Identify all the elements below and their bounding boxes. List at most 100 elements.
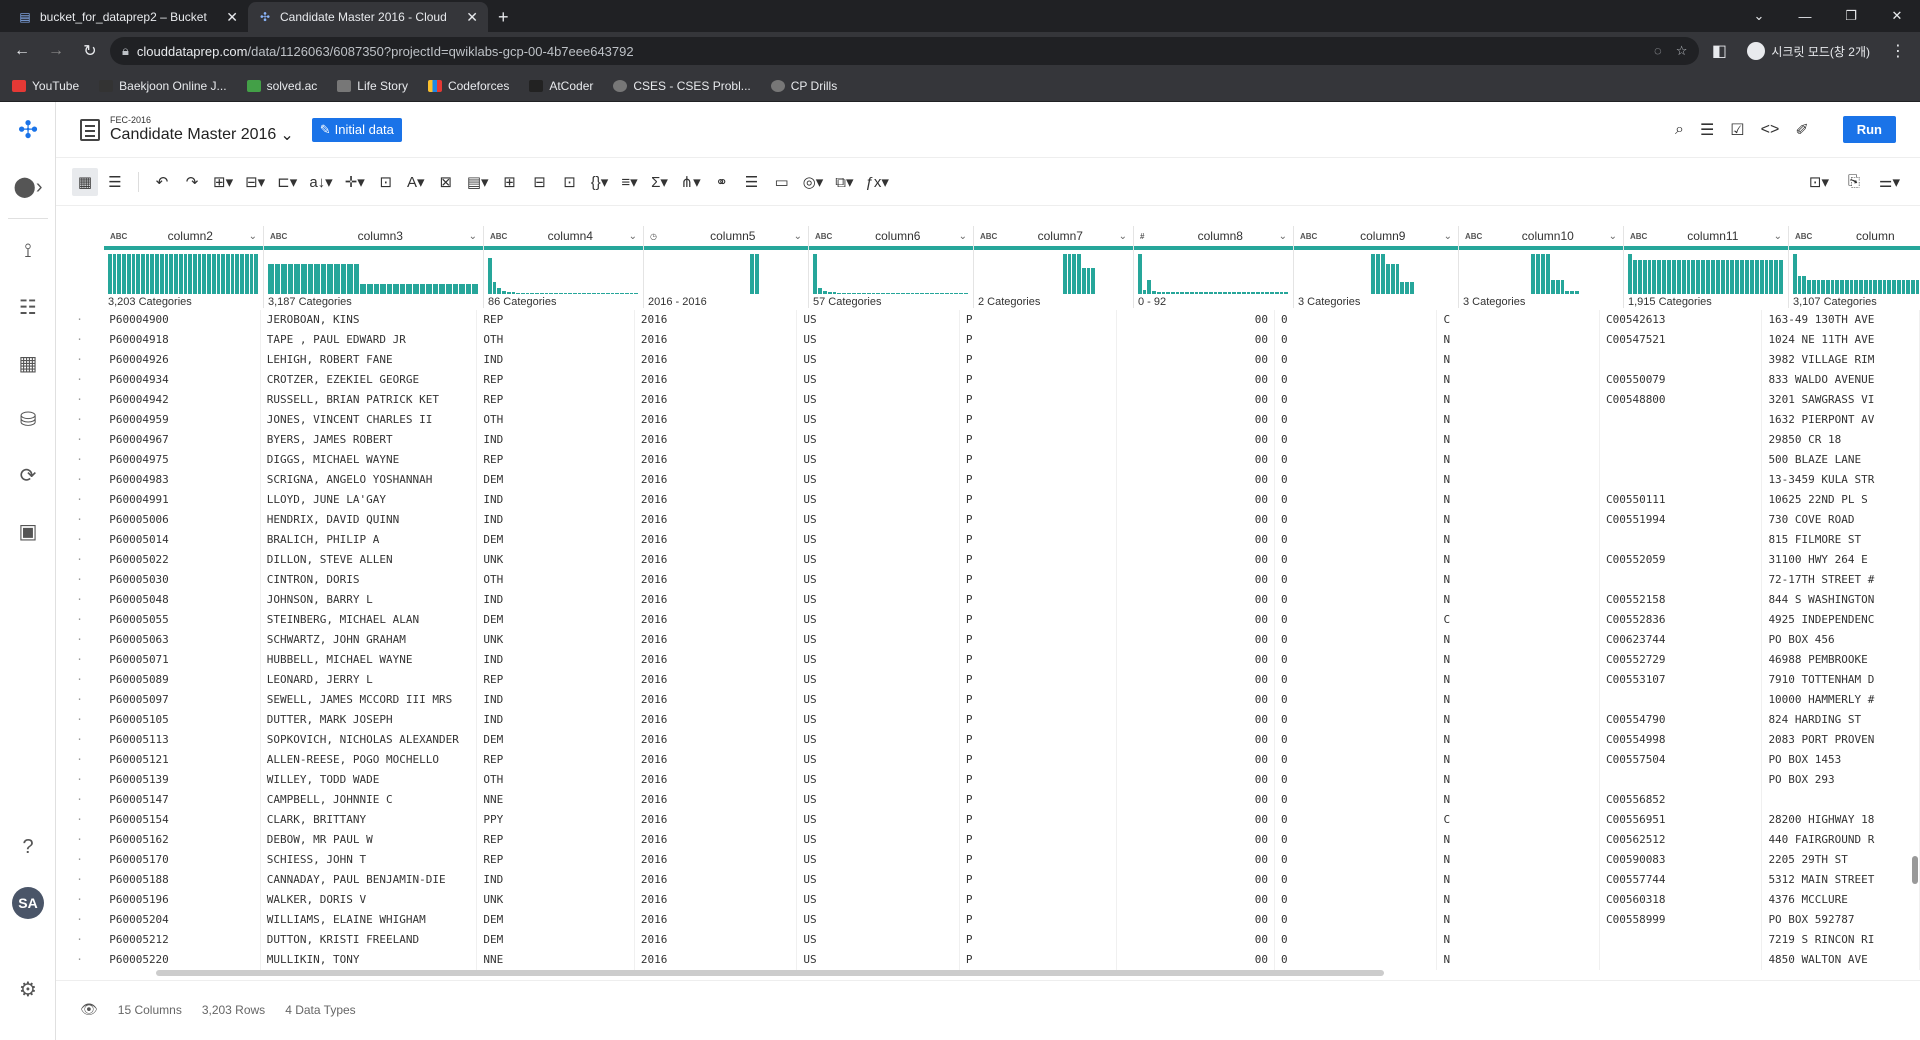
histogram-bar[interactable] (1628, 254, 1632, 294)
table-cell[interactable]: US (797, 410, 960, 430)
code-icon[interactable]: <> (1761, 121, 1780, 139)
avatar[interactable]: SA (0, 875, 56, 931)
histogram-bar[interactable] (1194, 292, 1199, 294)
table-cell[interactable]: REP (477, 850, 635, 870)
table-cell[interactable]: JOHNSON, BARRY L (261, 590, 478, 610)
histogram-bar[interactable] (174, 254, 178, 294)
column-histogram[interactable]: 0 - 92 (1134, 246, 1294, 308)
histogram-bar[interactable] (1859, 280, 1863, 294)
table-cell[interactable]: P (960, 650, 1118, 670)
histogram-bar[interactable] (452, 284, 459, 294)
pivot-icon[interactable]: ⊞ (497, 168, 523, 196)
histogram-bar[interactable] (1072, 254, 1077, 294)
table-cell[interactable]: OTH (477, 770, 635, 790)
table-cell[interactable]: 2016 (635, 870, 798, 890)
column-histogram[interactable]: 3 Categories (1459, 246, 1624, 308)
histogram-bar[interactable] (1830, 280, 1835, 294)
column-header[interactable]: # column8 ⌄ (1134, 226, 1294, 246)
table-cell[interactable]: 0 (1275, 370, 1438, 390)
data-quality-bar[interactable] (484, 246, 643, 250)
table-cell[interactable]: 0 (1275, 490, 1438, 510)
histogram-bar[interactable] (535, 293, 539, 294)
histogram-bar[interactable] (1385, 264, 1390, 294)
nested-icon[interactable]: {}▾ (587, 168, 613, 196)
table-cell[interactable]: 00 (1117, 310, 1275, 330)
histogram-bar[interactable] (1062, 254, 1067, 294)
initial-data-button[interactable]: ✎ Initial data (311, 117, 402, 142)
histogram-bar[interactable] (1849, 280, 1854, 294)
table-cell[interactable]: C (1437, 610, 1600, 630)
histogram-bar[interactable] (1400, 282, 1405, 294)
histogram-bar[interactable] (591, 293, 596, 294)
table-cell[interactable]: P (960, 410, 1118, 430)
histogram-bar[interactable] (1802, 276, 1807, 294)
histogram-bar[interactable] (554, 293, 558, 294)
table-cell[interactable]: DEM (477, 530, 635, 550)
chevron-down-icon[interactable]: ⌄ (959, 231, 967, 242)
table-cell[interactable]: 00 (1117, 390, 1275, 410)
histogram-bar[interactable] (459, 284, 465, 294)
table-cell[interactable]: P60005048 (103, 590, 261, 610)
table-cell[interactable]: PO BOX 1453 (1762, 750, 1920, 770)
histogram-bar[interactable] (488, 258, 492, 294)
table-cell[interactable]: IND (477, 690, 635, 710)
histogram-bar[interactable] (1222, 292, 1227, 294)
table-cell[interactable]: US (797, 430, 960, 450)
column-selector-icon[interactable]: ⊡▾ (1805, 168, 1833, 196)
table-cell[interactable]: 500 BLAZE LANE (1762, 450, 1920, 470)
table-cell[interactable]: P60005055 (103, 610, 261, 630)
histogram-bar[interactable] (1390, 264, 1395, 294)
table-cell[interactable]: CANNADAY, PAUL BENJAMIN-DIE (261, 870, 478, 890)
histogram-bar[interactable] (525, 293, 530, 294)
table-cell[interactable]: US (797, 690, 960, 710)
table-cell[interactable]: REP (477, 750, 635, 770)
histogram-bar[interactable] (406, 284, 413, 294)
chevron-down-icon[interactable]: ⌄ (629, 231, 637, 242)
table-cell[interactable]: N (1437, 850, 1600, 870)
histogram-bar[interactable] (1260, 292, 1265, 294)
histogram-bar[interactable] (624, 293, 629, 294)
histogram-bar[interactable] (1896, 280, 1901, 294)
histogram-bar[interactable] (861, 293, 866, 294)
histogram-bar[interactable] (1185, 292, 1189, 294)
table-cell[interactable]: 10000 HAMMERLY # (1762, 690, 1920, 710)
table-cell[interactable]: US (797, 330, 960, 350)
histogram-bar[interactable] (886, 293, 890, 294)
column-type-icon[interactable]: ABC (980, 232, 1002, 241)
histogram-bar[interactable] (1410, 282, 1414, 294)
table-cell[interactable]: US (797, 310, 960, 330)
table-row[interactable]: · P60004918 TAPE , PAUL EDWARD JR OTH 2016 US… (56, 330, 1920, 350)
table-row[interactable]: · P60005097 SEWELL, JAMES MCCORD III MRS IN… (56, 690, 1920, 710)
data-quality-bar[interactable] (974, 246, 1133, 250)
table-cell[interactable]: US (797, 910, 960, 930)
table-cell[interactable]: CAMPBELL, JOHNNIE C (261, 790, 478, 810)
table-cell[interactable]: N (1437, 830, 1600, 850)
histogram-bar[interactable] (353, 264, 360, 294)
table-row[interactable]: · P60005022 DILLON, STEVE ALLEN UNK 2016 US P 0… (56, 550, 1920, 570)
histogram-bar[interactable] (294, 264, 300, 294)
redo-icon[interactable]: ↷ (179, 168, 205, 196)
table-cell[interactable]: P60005105 (103, 710, 261, 730)
table-cell[interactable]: N (1437, 490, 1600, 510)
histogram-bar[interactable] (211, 254, 216, 294)
table-cell[interactable]: SCRIGNA, ANGELO YOSHANNAH (261, 470, 478, 490)
table-row[interactable]: · P60005089 LEONARD, JERRY L REP 2016 US P 00 0 N… (56, 670, 1920, 690)
histogram-bar[interactable] (150, 254, 155, 294)
histogram-bar[interactable] (268, 264, 274, 294)
table-cell[interactable]: 0 (1275, 310, 1438, 330)
histogram-bar[interactable] (287, 264, 294, 294)
table-cell[interactable]: P (960, 330, 1118, 350)
histogram-bar[interactable] (492, 282, 497, 294)
histogram-bar[interactable] (221, 254, 225, 294)
table-row[interactable]: · P60005014 BRALICH, PHILIP A DEM 2016 US P 00 0… (56, 530, 1920, 550)
histogram-bar[interactable] (439, 284, 446, 294)
table-cell[interactable] (1600, 350, 1763, 370)
table-cell[interactable]: DEM (477, 910, 635, 930)
histogram-bar[interactable] (881, 293, 886, 294)
histogram-bar[interactable] (1208, 292, 1213, 294)
table-cell[interactable]: CLARK, BRITTANY (261, 810, 478, 830)
back-icon[interactable]: ← (8, 37, 36, 65)
histogram-bar[interactable] (605, 293, 610, 294)
table-cell[interactable]: RUSSELL, BRIAN PATRICK KET (261, 390, 478, 410)
histogram-bar[interactable] (202, 254, 207, 294)
